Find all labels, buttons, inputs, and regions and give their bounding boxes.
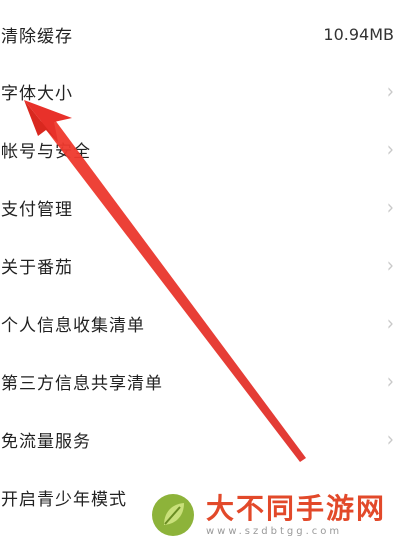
watermark-url: www.szdbtgg.com	[206, 525, 343, 537]
settings-item-about[interactable]: 关于番茄 ›	[0, 236, 400, 294]
chevron-right-icon: ›	[386, 136, 394, 162]
watermark: 大不同手游网 www.szdbtgg.com	[150, 485, 400, 544]
chevron-right-icon: ›	[386, 310, 394, 336]
settings-item-account-security[interactable]: 帐号与安全 ›	[0, 120, 400, 178]
settings-item-label: 开启青少年模式	[1, 489, 127, 510]
settings-item-label: 帐号与安全	[1, 141, 91, 162]
settings-item-label: 免流量服务	[1, 431, 91, 452]
cache-size-value: 10.94MB	[323, 24, 394, 44]
settings-item-label: 字体大小	[1, 83, 73, 104]
settings-item-label: 支付管理	[1, 199, 73, 220]
settings-item-label: 个人信息收集清单	[1, 315, 145, 336]
settings-item-clear-cache[interactable]: 清除缓存 10.94MB	[0, 5, 400, 63]
settings-item-free-data[interactable]: 免流量服务 ›	[0, 410, 400, 468]
leaf-logo-icon	[152, 493, 194, 536]
chevron-right-icon: ›	[386, 252, 394, 278]
settings-item-font-size[interactable]: 字体大小 ›	[0, 62, 400, 120]
settings-item-personal-info-list[interactable]: 个人信息收集清单 ›	[0, 294, 400, 352]
settings-item-label: 清除缓存	[1, 26, 73, 47]
watermark-title: 大不同手游网	[206, 491, 387, 525]
chevron-right-icon: ›	[386, 78, 394, 104]
settings-item-payment[interactable]: 支付管理 ›	[0, 178, 400, 236]
chevron-right-icon: ›	[386, 368, 394, 394]
chevron-right-icon: ›	[386, 426, 394, 452]
chevron-right-icon: ›	[386, 194, 394, 220]
settings-item-third-party-list[interactable]: 第三方信息共享清单 ›	[0, 352, 400, 410]
settings-item-label: 第三方信息共享清单	[1, 373, 163, 394]
settings-item-label: 关于番茄	[1, 257, 73, 278]
